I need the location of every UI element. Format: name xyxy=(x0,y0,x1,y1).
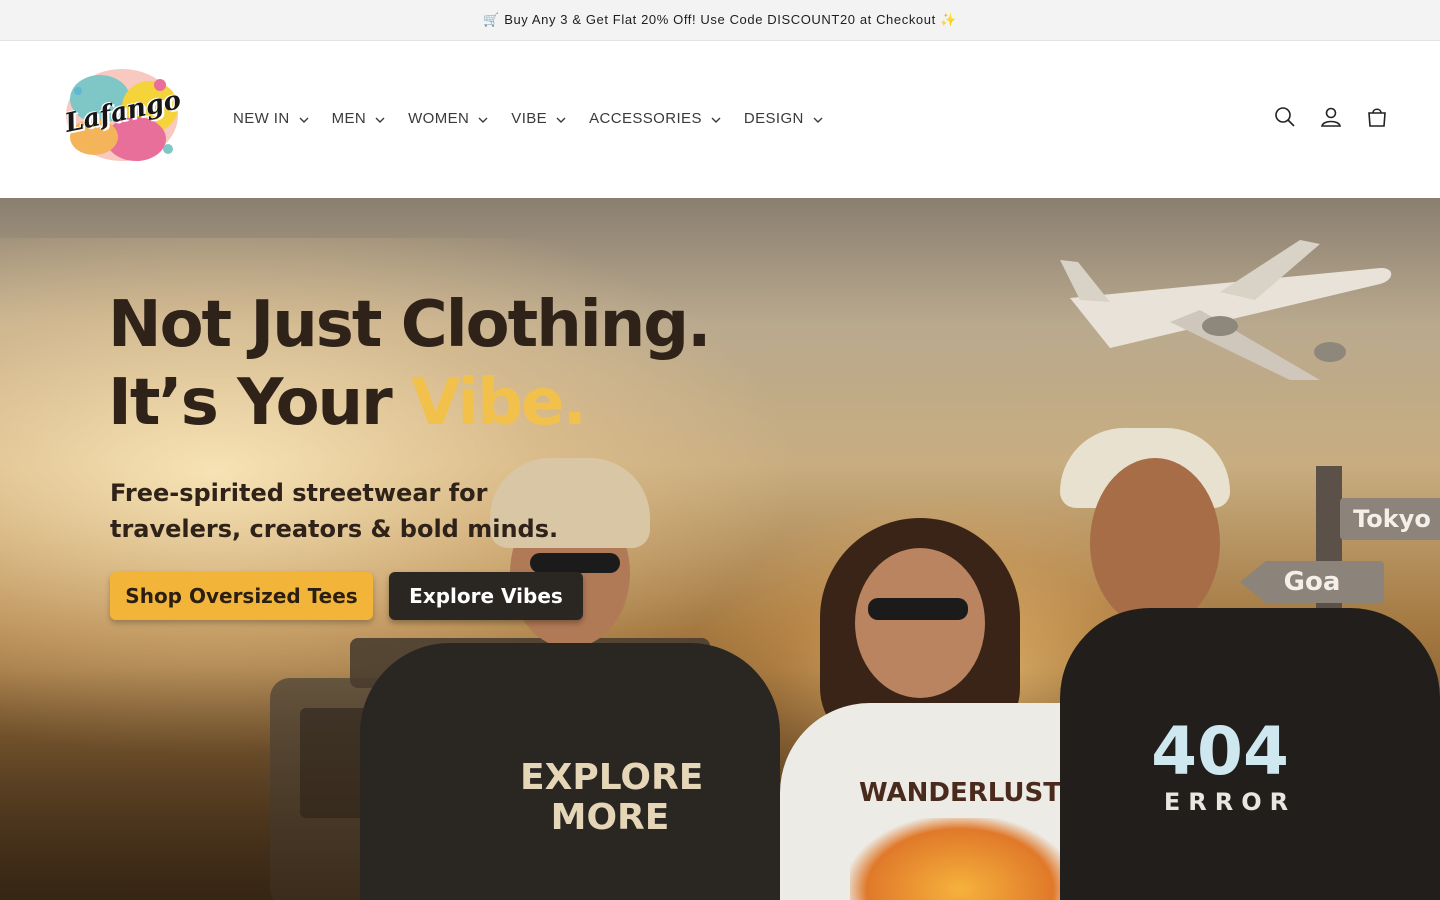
shirt-right-graphic-word: ERROR xyxy=(1163,788,1297,816)
announcement-bar: 🛒 Buy Any 3 & Get Flat 20% Off! Use Code… xyxy=(0,0,1440,41)
nav-new-in-label: NEW IN xyxy=(233,109,290,127)
sunglasses-middle xyxy=(868,598,968,620)
search-button[interactable] xyxy=(1272,104,1298,130)
shirt-middle-sunset-graphic xyxy=(850,818,1070,900)
nav-vibe[interactable]: VIBE xyxy=(511,106,567,130)
hero-headline-line2-prefix: It’s Your xyxy=(108,366,411,440)
nav-accessories-label: ACCESSORIES xyxy=(589,109,702,127)
nav-accessories[interactable]: ACCESSORIES xyxy=(589,106,722,130)
main-nav: NEW IN MEN WOMEN VIBE ACCESSORIES DESIGN xyxy=(233,106,846,130)
nav-men-label: MEN xyxy=(331,109,367,127)
airplane-illustration xyxy=(1060,240,1392,380)
explore-vibes-button[interactable]: Explore Vibes xyxy=(389,572,583,620)
chevron-down-icon xyxy=(299,117,309,123)
chevron-down-icon xyxy=(556,117,566,123)
shirt-middle-graphic-text: WANDERLUST xyxy=(859,778,1061,808)
nav-women[interactable]: WOMEN xyxy=(408,106,489,130)
account-icon xyxy=(1321,107,1341,127)
shirt-right-graphic-number: 404 xyxy=(1151,713,1289,790)
site-header: Lafango NEW IN MEN WOMEN VIBE ACCESSORIE… xyxy=(0,41,1440,198)
search-icon xyxy=(1275,107,1295,127)
nav-men[interactable]: MEN xyxy=(332,106,387,130)
chevron-down-icon xyxy=(711,117,721,123)
announcement-text: 🛒 Buy Any 3 & Get Flat 20% Off! Use Code… xyxy=(483,12,957,27)
nav-new-in[interactable]: NEW IN xyxy=(233,106,310,130)
shirt-left-graphic-text: EXPLORE MORE xyxy=(520,757,704,838)
model-middle-head xyxy=(855,548,985,698)
account-button[interactable] xyxy=(1318,104,1344,130)
sunglasses-left xyxy=(530,553,620,573)
cart-icon xyxy=(1368,108,1386,127)
chevron-down-icon xyxy=(375,117,385,123)
hero-headline-line1: Not Just Clothing. xyxy=(108,288,711,362)
shop-oversized-tees-button[interactable]: Shop Oversized Tees xyxy=(110,572,373,620)
hero-headline-accent: Vibe. xyxy=(410,366,587,440)
nav-design[interactable]: DESIGN xyxy=(744,106,824,130)
hero-headline: Not Just Clothing. It’s Your Vibe. xyxy=(108,286,711,442)
cart-button[interactable] xyxy=(1364,104,1390,130)
header-actions xyxy=(1272,104,1390,130)
logo[interactable]: Lafango xyxy=(60,63,186,171)
hero-banner: Tokyo Goa EXPLORE MORE WANDERLUST 404 ER… xyxy=(0,198,1440,900)
model-right-head xyxy=(1090,458,1220,628)
hero-subtitle: Free-spirited streetwear for travelers, … xyxy=(110,479,559,543)
nav-women-label: WOMEN xyxy=(408,109,470,127)
model-right: 404 ERROR xyxy=(1060,428,1440,900)
chevron-down-icon xyxy=(478,117,488,123)
chevron-down-icon xyxy=(813,117,823,123)
nav-vibe-label: VIBE xyxy=(511,109,548,127)
nav-design-label: DESIGN xyxy=(743,109,804,127)
